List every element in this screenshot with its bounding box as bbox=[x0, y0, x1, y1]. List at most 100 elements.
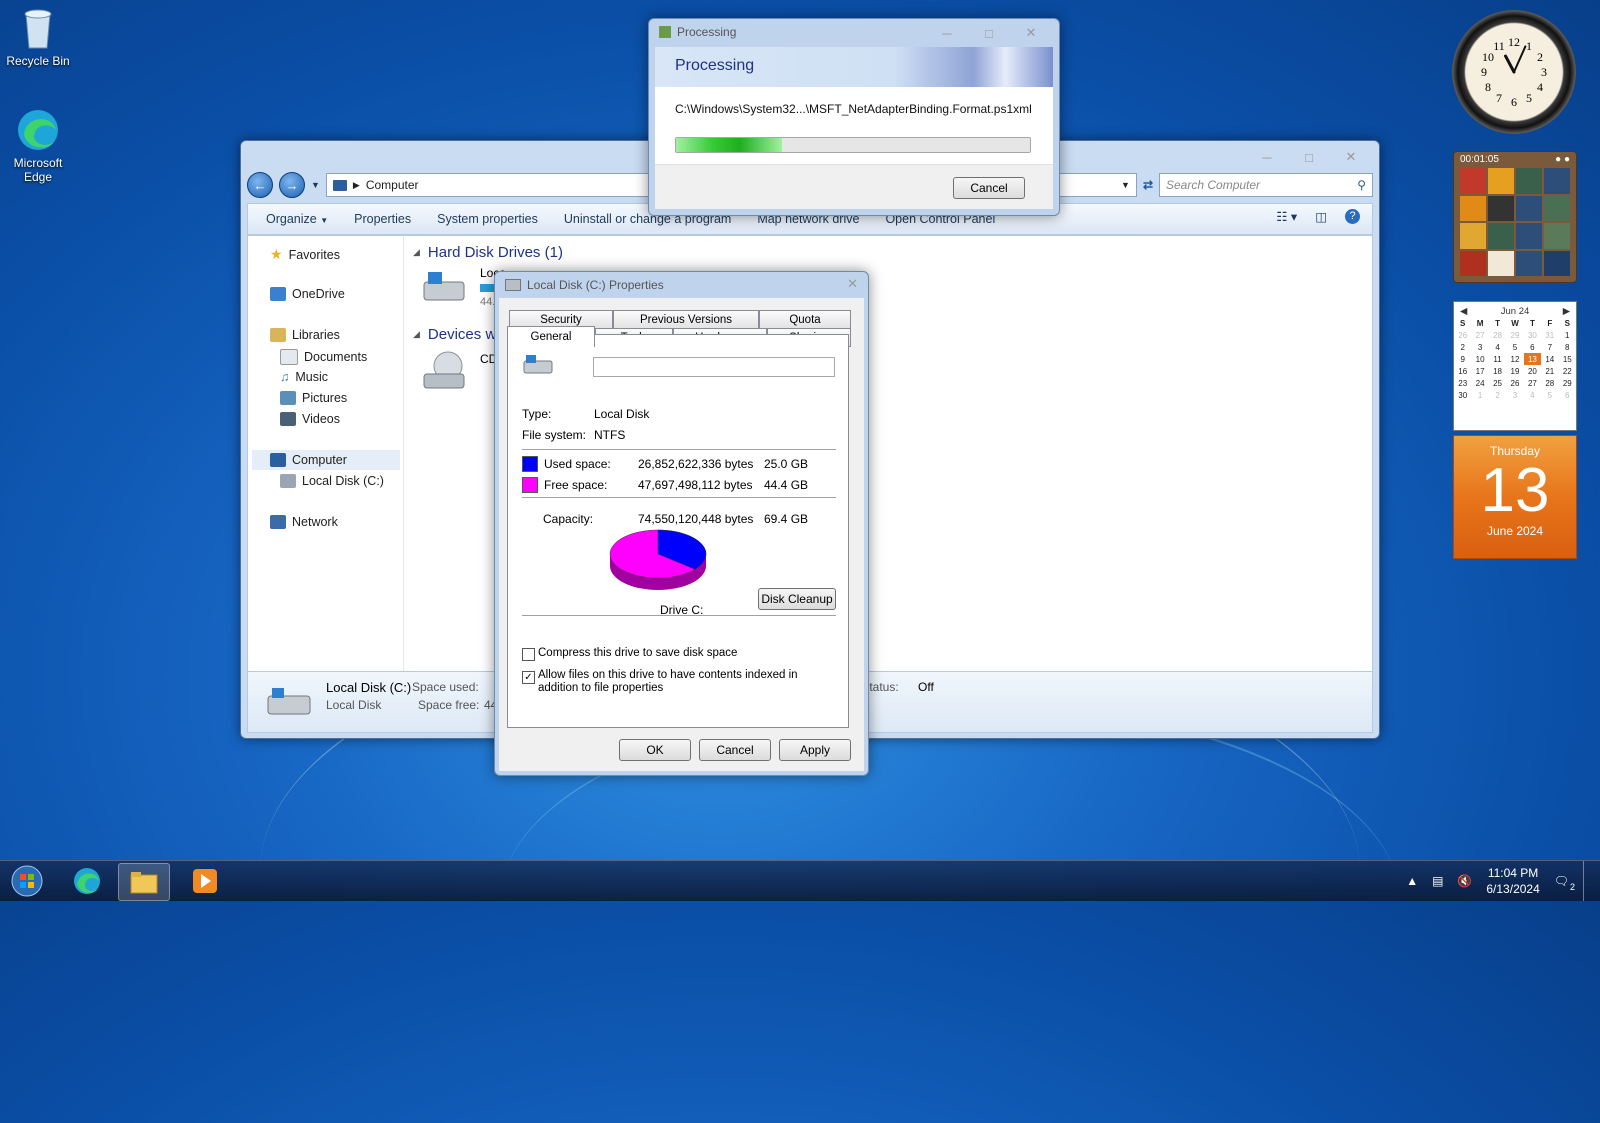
puzzle-tile[interactable] bbox=[1516, 168, 1542, 194]
edge-desktop-icon[interactable]: Microsoft Edge bbox=[0, 108, 76, 184]
puzzle-tile[interactable] bbox=[1488, 195, 1514, 221]
address-dropdown-icon[interactable]: ▼ bbox=[1121, 180, 1130, 190]
tab-general[interactable]: General bbox=[507, 326, 595, 347]
puzzle-tile[interactable] bbox=[1544, 195, 1570, 221]
calendar-gadget[interactable]: ◀ Jun 24 ▶ S M T W T F S 26 27 28 29 30 31 1 2 3 4 5 6 7 8 9 10 1… bbox=[1453, 301, 1577, 431]
calendar-day-cell[interactable]: 28 bbox=[1489, 329, 1506, 341]
prev-month-icon[interactable]: ◀ bbox=[1454, 306, 1467, 317]
calendar-day-cell[interactable]: 29 bbox=[1559, 377, 1576, 389]
calendar-day-cell[interactable]: 4 bbox=[1489, 341, 1506, 353]
processing-cancel-button[interactable]: Cancel bbox=[953, 177, 1025, 199]
calendar-day-view[interactable]: Thursday 13 June 2024 bbox=[1453, 435, 1577, 559]
calendar-day-cell[interactable]: 25 bbox=[1489, 377, 1506, 389]
minimize-button[interactable]: ─ bbox=[927, 23, 967, 43]
calendar-day-cell[interactable]: 1 bbox=[1471, 389, 1488, 401]
change-view-icon[interactable]: ☷ ▾ bbox=[1276, 209, 1297, 224]
ok-button[interactable]: OK bbox=[619, 739, 691, 761]
puzzle-tile[interactable] bbox=[1516, 250, 1542, 276]
calendar-day-cell[interactable]: 13 bbox=[1523, 353, 1542, 365]
maximize-button[interactable]: □ bbox=[969, 23, 1009, 43]
back-button[interactable]: ← bbox=[247, 172, 273, 198]
calendar-day-cell[interactable]: 27 bbox=[1471, 329, 1488, 341]
calendar-day-cell[interactable]: 22 bbox=[1559, 365, 1576, 377]
action-center-icon[interactable]: 🗨 2 bbox=[1554, 874, 1575, 892]
calendar-day-cell[interactable]: 3 bbox=[1506, 389, 1523, 401]
calendar-day-cell[interactable]: 6 bbox=[1559, 389, 1576, 401]
breadcrumb-computer[interactable]: Computer bbox=[366, 178, 419, 192]
taskbar-media-player[interactable] bbox=[180, 863, 230, 899]
puzzle-controls-icon[interactable]: ● ● bbox=[1555, 154, 1570, 165]
index-checkbox[interactable]: ✓ bbox=[522, 671, 535, 684]
calendar-day-cell[interactable]: 4 bbox=[1524, 389, 1541, 401]
group-header-hard-disk-drives[interactable]: ◢ Hard Disk Drives (1) bbox=[413, 244, 563, 261]
calendar-day-cell[interactable]: 21 bbox=[1541, 365, 1558, 377]
system-properties-button[interactable]: System properties bbox=[437, 212, 538, 226]
calendar-day-cell[interactable]: 18 bbox=[1489, 365, 1506, 377]
calendar-day-cell[interactable]: 15 bbox=[1559, 353, 1576, 365]
help-icon[interactable]: ? bbox=[1345, 209, 1360, 224]
calendar-day-cell[interactable]: 17 bbox=[1471, 365, 1488, 377]
tab-previous-versions[interactable]: Previous Versions bbox=[613, 310, 759, 329]
calendar-day-cell[interactable]: 11 bbox=[1489, 353, 1506, 365]
puzzle-tile[interactable] bbox=[1460, 195, 1486, 221]
nav-documents[interactable]: Documents bbox=[280, 349, 367, 365]
calendar-day-cell[interactable]: 9 bbox=[1454, 353, 1471, 365]
search-icon[interactable]: ⚲ bbox=[1357, 178, 1366, 192]
puzzle-tile[interactable] bbox=[1488, 250, 1514, 276]
calendar-day-cell[interactable]: 28 bbox=[1541, 377, 1558, 389]
nav-network[interactable]: Network bbox=[270, 515, 338, 529]
close-button[interactable]: ✕ bbox=[847, 276, 858, 292]
calendar-day-cell[interactable]: 6 bbox=[1524, 341, 1541, 353]
puzzle-tile[interactable] bbox=[1544, 250, 1570, 276]
compress-label[interactable]: Compress this drive to save disk space bbox=[538, 647, 737, 659]
calendar-day-cell[interactable]: 10 bbox=[1471, 353, 1488, 365]
search-input[interactable]: Search Computer ⚲ bbox=[1159, 173, 1373, 197]
index-label[interactable]: Allow files on this drive to have conten… bbox=[538, 669, 838, 695]
nav-favorites[interactable]: ★ Favorites bbox=[270, 246, 340, 263]
calendar-day-cell[interactable]: 26 bbox=[1506, 377, 1523, 389]
nav-onedrive[interactable]: OneDrive bbox=[270, 287, 345, 301]
puzzle-tile[interactable] bbox=[1460, 223, 1486, 249]
calendar-day-cell[interactable]: 1 bbox=[1559, 329, 1576, 341]
nav-computer[interactable]: Computer bbox=[252, 450, 400, 470]
recent-pages-dropdown-icon[interactable]: ▼ bbox=[311, 180, 320, 190]
nav-libraries[interactable]: Libraries bbox=[270, 328, 340, 342]
calendar-day-cell[interactable]: 20 bbox=[1524, 365, 1541, 377]
show-hidden-icons-icon[interactable]: ▲ bbox=[1406, 874, 1418, 888]
preview-pane-icon[interactable]: ◫ bbox=[1315, 209, 1327, 224]
calendar-day-cell[interactable]: 27 bbox=[1524, 377, 1541, 389]
puzzle-tile[interactable] bbox=[1516, 223, 1542, 249]
disk-cleanup-button[interactable]: Disk Cleanup bbox=[758, 588, 836, 610]
calendar-day-cell[interactable]: 30 bbox=[1524, 329, 1541, 341]
calendar-day-cell[interactable]: 2 bbox=[1489, 389, 1506, 401]
puzzle-tile[interactable] bbox=[1544, 223, 1570, 249]
tray-clock[interactable]: 11:04 PM 6/13/2024 bbox=[1486, 865, 1539, 897]
start-button[interactable] bbox=[2, 863, 52, 899]
puzzle-tile[interactable] bbox=[1488, 168, 1514, 194]
show-desktop-button[interactable] bbox=[1583, 861, 1590, 901]
minimize-button[interactable]: ─ bbox=[1247, 147, 1287, 167]
close-button[interactable]: ✕ bbox=[1011, 23, 1051, 43]
nav-pictures[interactable]: Pictures bbox=[280, 391, 347, 405]
cd-drive-tile-icon[interactable] bbox=[420, 350, 468, 394]
calendar-day-cell[interactable]: 23 bbox=[1454, 377, 1471, 389]
nav-music[interactable]: ♫ Music bbox=[280, 370, 328, 384]
organize-button[interactable]: Organize ▼ bbox=[266, 212, 328, 226]
next-month-icon[interactable]: ▶ bbox=[1563, 306, 1576, 317]
local-disk-tile-icon[interactable] bbox=[420, 268, 468, 308]
cancel-button[interactable]: Cancel bbox=[699, 739, 771, 761]
calendar-day-cell[interactable]: 3 bbox=[1471, 341, 1488, 353]
clock-gadget[interactable]: 1 2 3 4 5 6 7 8 9 10 11 12 bbox=[1452, 10, 1576, 134]
calendar-day-cell[interactable]: 12 bbox=[1506, 353, 1523, 365]
calendar-day-cell[interactable]: 5 bbox=[1506, 341, 1523, 353]
puzzle-tile[interactable] bbox=[1488, 223, 1514, 249]
calendar-day-cell[interactable]: 7 bbox=[1541, 341, 1558, 353]
calendar-day-cell[interactable]: 19 bbox=[1506, 365, 1523, 377]
calendar-day-cell[interactable]: 8 bbox=[1559, 341, 1576, 353]
group-header-devices[interactable]: ◢ Devices wi bbox=[413, 326, 500, 343]
refresh-icon[interactable]: ⇄ bbox=[1143, 178, 1153, 192]
apply-button[interactable]: Apply bbox=[779, 739, 851, 761]
nav-local-disk[interactable]: Local Disk (C:) bbox=[280, 474, 384, 488]
picture-puzzle-gadget[interactable]: 00:01:05 ● ● bbox=[1453, 151, 1577, 283]
puzzle-grid[interactable] bbox=[1460, 168, 1570, 276]
